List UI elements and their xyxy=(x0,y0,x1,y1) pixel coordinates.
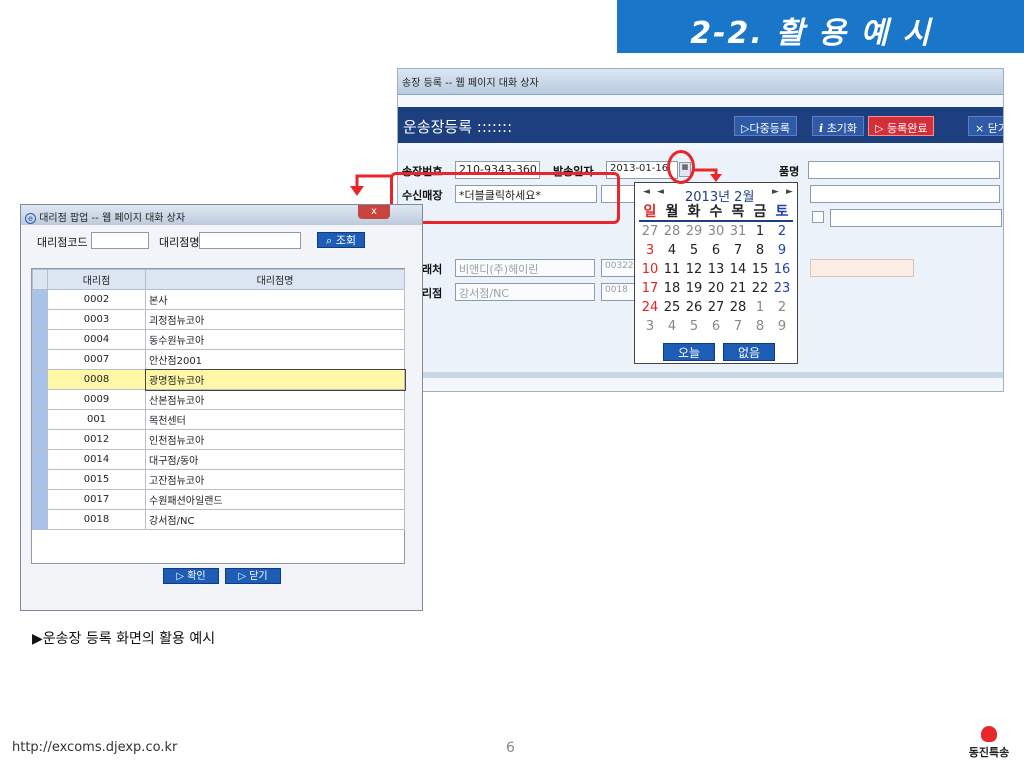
agency-code-cell: 0002 xyxy=(47,289,146,310)
row-selector[interactable] xyxy=(32,309,48,330)
agency-name-cell: 수원패션아일랜드 xyxy=(145,489,405,510)
agency-code-cell: 0014 xyxy=(47,449,146,470)
table-row[interactable]: 0002 본사 xyxy=(32,289,405,310)
table-row[interactable]: 0014 대구점/동아 xyxy=(32,449,405,470)
popup-close-icon[interactable]: x xyxy=(358,205,390,219)
agency-name-cell: 고잔점뉴코아 xyxy=(145,469,405,490)
agency-code-input[interactable] xyxy=(91,232,149,249)
logo-text: 동진특송 xyxy=(968,746,1010,759)
popup-close-button[interactable]: ▷ 닫기 xyxy=(225,568,281,584)
table-row[interactable]: 0012 인천점뉴코아 xyxy=(32,429,405,450)
agency-popup-title: 대리점 팝업 -- 웹 페이지 대화 상자 xyxy=(39,213,186,224)
row-selector[interactable] xyxy=(32,449,48,470)
agency-popup: e 대리점 팝업 -- 웹 페이지 대화 상자 x 대리점코드 대리점명 ⌕ 조… xyxy=(20,204,423,611)
search-button[interactable]: ⌕ 조회 xyxy=(317,232,365,248)
agency-code-cell: 0007 xyxy=(47,349,146,370)
popup-footer-divider xyxy=(31,563,405,564)
agency-name-cell: 본사 xyxy=(145,289,405,310)
agency-code-cell: 0009 xyxy=(47,389,146,410)
logo-mark-icon xyxy=(981,726,997,742)
table-row[interactable]: 0008 광명점뉴코아 xyxy=(32,368,406,391)
agency-code-cell: 0004 xyxy=(47,329,146,350)
agency-code-label: 대리점코드 xyxy=(37,236,88,249)
agency-code-cell: 0008 xyxy=(47,369,146,390)
row-selector[interactable] xyxy=(32,389,48,410)
agency-code-cell: 0012 xyxy=(47,429,146,450)
agency-name-cell: 광명점뉴코아 xyxy=(144,368,406,391)
agency-name-cell: 인천점뉴코아 xyxy=(145,429,405,450)
agency-code-cell: 0015 xyxy=(47,469,146,490)
table-row[interactable]: 001 목천센터 xyxy=(32,409,405,430)
agency-name-cell: 목천센터 xyxy=(145,409,405,430)
table-row[interactable]: 0017 수원패션아일랜드 xyxy=(32,489,405,510)
agency-table-wrap: 대리점 대리점명 0002 본사 0003 괴정점뉴코아 0004 동수원뉴코아 0007 안… xyxy=(31,268,406,564)
row-selector[interactable] xyxy=(32,429,48,450)
page-number: 6 xyxy=(506,740,515,756)
arrow-head-calendar xyxy=(710,174,722,182)
agency-name-label: 대리점명 xyxy=(159,236,200,249)
company-logo: 동진특송 xyxy=(958,726,1020,766)
table-row[interactable]: 0004 동수원뉴코아 xyxy=(32,329,405,350)
footer-url[interactable]: http://excoms.djexp.co.kr xyxy=(12,740,177,755)
arrow-head-popup xyxy=(350,186,364,196)
row-selector[interactable] xyxy=(32,289,48,310)
agency-code-cell: 0018 xyxy=(47,509,146,530)
search-icon: ⌕ xyxy=(326,234,333,247)
ie-icon: e xyxy=(25,213,36,224)
table-header-row: 대리점 대리점명 xyxy=(32,269,405,290)
table-row[interactable]: 0003 괴정점뉴코아 xyxy=(32,309,405,330)
search-button-label: 조회 xyxy=(335,234,356,247)
row-selector[interactable] xyxy=(32,509,48,530)
agency-table: 대리점 대리점명 0002 본사 0003 괴정점뉴코아 0004 동수원뉴코아 0007 안… xyxy=(32,269,406,530)
row-selector[interactable] xyxy=(32,369,48,390)
agency-name-cell: 동수원뉴코아 xyxy=(145,329,405,350)
table-row[interactable]: 0015 고잔점뉴코아 xyxy=(32,469,405,490)
agency-code-cell: 0017 xyxy=(47,489,146,510)
row-selector[interactable] xyxy=(32,349,48,370)
agency-name-input[interactable] xyxy=(199,232,301,249)
column-header: 대리점명 xyxy=(145,269,405,290)
table-row[interactable]: 0018 강서점/NC xyxy=(32,509,405,530)
agency-table-body: 0002 본사 0003 괴정점뉴코아 0004 동수원뉴코아 0007 안산점2001 000… xyxy=(32,289,406,530)
row-selector[interactable] xyxy=(32,469,48,490)
column-header: 대리점 xyxy=(47,269,146,290)
agency-code-cell: 001 xyxy=(47,409,146,430)
agency-name-cell: 대구점/동아 xyxy=(145,449,405,470)
table-row[interactable]: 0009 산본점뉴코아 xyxy=(32,389,405,410)
agency-code-cell: 0003 xyxy=(47,309,146,330)
slide-caption: ▶운송장 등록 화면의 활용 예시 xyxy=(32,631,216,647)
arrow-to-calendar xyxy=(694,168,718,174)
agency-popup-titlebar: e 대리점 팝업 -- 웹 페이지 대화 상자 x xyxy=(21,205,422,225)
select-column-header xyxy=(32,269,48,290)
agency-name-cell: 강서점/NC xyxy=(145,509,405,530)
row-selector[interactable] xyxy=(32,409,48,430)
agency-name-cell: 괴정점뉴코아 xyxy=(145,309,405,330)
agency-name-cell: 산본점뉴코아 xyxy=(145,389,405,410)
agency-name-cell: 안산점2001 xyxy=(145,349,405,370)
confirm-button[interactable]: ▷ 확인 xyxy=(163,568,219,584)
table-row[interactable]: 0007 안산점2001 xyxy=(32,349,405,370)
row-selector[interactable] xyxy=(32,489,48,510)
row-selector[interactable] xyxy=(32,329,48,350)
